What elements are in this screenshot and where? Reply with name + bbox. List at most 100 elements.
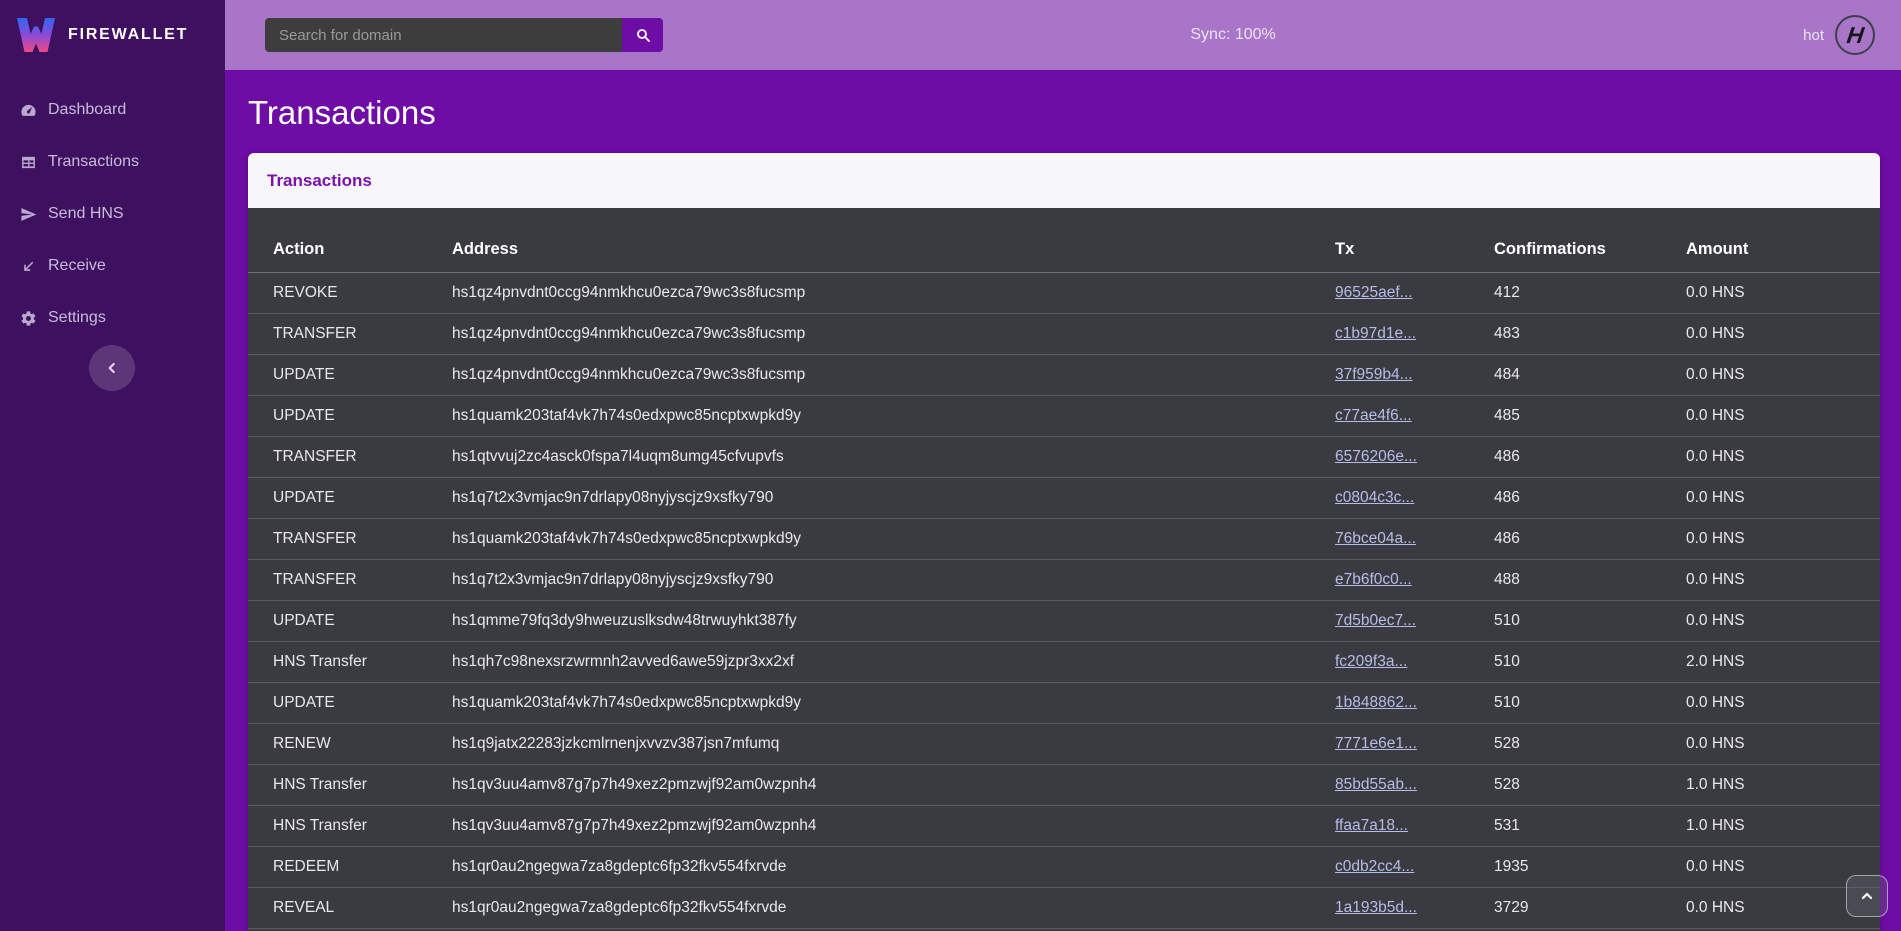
cell-action: UPDATE (248, 601, 452, 642)
wallet-menu[interactable]: hot H (1803, 15, 1901, 55)
cell-action: REDEEM (248, 847, 452, 888)
cell-action: REVOKE (248, 273, 452, 314)
cell-address: hs1q7t2x3vmjac9n7drlapy08nyjyscjz9xsfky7… (452, 478, 1335, 519)
cell-tx: fc209f3a... (1335, 642, 1494, 683)
sidebar-item-receive[interactable]: Receive (0, 240, 225, 292)
domain-search (265, 18, 663, 52)
cell-action: UPDATE (248, 478, 452, 519)
tx-link[interactable]: 96525aef... (1335, 284, 1413, 301)
cell-address: hs1q7t2x3vmjac9n7drlapy08nyjyscjz9xsfky7… (452, 560, 1335, 601)
sidebar-collapse-button[interactable] (89, 345, 135, 391)
table-header-row: Action Address Tx Confirmations Amount (248, 208, 1880, 273)
brand[interactable]: FIREWALLET (0, 0, 225, 70)
cell-tx: 7771e6e1... (1335, 724, 1494, 765)
cell-address: hs1qv3uu4amv87g7p7h49xez2pmzwjf92am0wzpn… (452, 765, 1335, 806)
cell-tx: 1b848862... (1335, 683, 1494, 724)
table-row: UPDATE hs1qmme79fq3dy9hweuzuslksdw48trwu… (248, 601, 1880, 642)
cell-confirmations: 528 (1494, 765, 1686, 806)
avatar-glyph: H (1845, 24, 1865, 47)
cell-action: TRANSFER (248, 560, 452, 601)
table-row: UPDATE hs1qz4pnvdnt0ccg94nmkhcu0ezca79wc… (248, 355, 1880, 396)
tx-link[interactable]: c77ae4f6... (1335, 407, 1412, 424)
search-button[interactable] (622, 18, 663, 52)
cell-confirmations: 488 (1494, 560, 1686, 601)
send-icon (19, 205, 37, 223)
cell-confirmations: 483 (1494, 314, 1686, 355)
column-header-action: Action (248, 208, 452, 273)
tx-link[interactable]: e7b6f0c0... (1335, 571, 1412, 588)
cell-confirmations: 1935 (1494, 847, 1686, 888)
cell-address: hs1qz4pnvdnt0ccg94nmkhcu0ezca79wc3s8fucs… (452, 273, 1335, 314)
cell-amount: 1.0 HNS (1686, 806, 1880, 847)
cell-tx: 76bce04a... (1335, 519, 1494, 560)
sidebar: FIREWALLET Dashboard Transactions Send H… (0, 0, 225, 931)
receive-arrow-icon (19, 257, 37, 275)
tx-link[interactable]: 76bce04a... (1335, 530, 1416, 547)
cell-tx: 7d5b0ec7... (1335, 601, 1494, 642)
cell-tx: c77ae4f6... (1335, 396, 1494, 437)
cell-tx: c1b97d1e... (1335, 314, 1494, 355)
cell-amount: 0.0 HNS (1686, 478, 1880, 519)
table-row: TRANSFER hs1qz4pnvdnt0ccg94nmkhcu0ezca79… (248, 314, 1880, 355)
cell-amount: 0.0 HNS (1686, 273, 1880, 314)
sidebar-item-send-hns[interactable]: Send HNS (0, 188, 225, 240)
cell-amount: 0.0 HNS (1686, 560, 1880, 601)
cell-tx: 37f959b4... (1335, 355, 1494, 396)
cell-amount: 0.0 HNS (1686, 437, 1880, 478)
sidebar-item-transactions[interactable]: Transactions (0, 136, 225, 188)
cell-confirmations: 484 (1494, 355, 1686, 396)
cell-amount: 0.0 HNS (1686, 683, 1880, 724)
tx-link[interactable]: c0804c3c... (1335, 489, 1414, 506)
tx-link[interactable]: c0db2cc4... (1335, 858, 1414, 875)
cell-amount: 2.0 HNS (1686, 642, 1880, 683)
tx-link[interactable]: 1a193b5d... (1335, 899, 1417, 916)
cell-action: UPDATE (248, 396, 452, 437)
sidebar-nav: Dashboard Transactions Send HNS Receive … (0, 84, 225, 344)
column-header-confirmations: Confirmations (1494, 208, 1686, 273)
transactions-card: Transactions Action Address Tx Confirmat… (248, 153, 1880, 931)
cell-tx: ffaa7a18... (1335, 806, 1494, 847)
tx-link[interactable]: fc209f3a... (1335, 653, 1407, 670)
table-row: HNS Transfer hs1qv3uu4amv87g7p7h49xez2pm… (248, 806, 1880, 847)
cell-address: hs1quamk203taf4vk7h74s0edxpwc85ncptxwpkd… (452, 396, 1335, 437)
cell-confirmations: 510 (1494, 642, 1686, 683)
page-title: Transactions (225, 70, 1901, 153)
sync-status: Sync: 100% (663, 26, 1803, 44)
tx-link[interactable]: 7d5b0ec7... (1335, 612, 1416, 629)
chevron-left-icon (104, 360, 120, 376)
cell-action: UPDATE (248, 355, 452, 396)
cell-tx: c0db2cc4... (1335, 847, 1494, 888)
tx-link[interactable]: 37f959b4... (1335, 366, 1413, 383)
cell-amount: 0.0 HNS (1686, 519, 1880, 560)
cell-confirmations: 486 (1494, 519, 1686, 560)
table-row: TRANSFER hs1qtvvuj2zc4asck0fspa7l4uqm8um… (248, 437, 1880, 478)
tx-link[interactable]: 7771e6e1... (1335, 735, 1417, 752)
scroll-to-top-button[interactable] (1846, 875, 1888, 917)
cell-amount: 0.0 HNS (1686, 601, 1880, 642)
wallet-name: hot (1803, 27, 1824, 44)
cell-tx: e7b6f0c0... (1335, 560, 1494, 601)
cell-confirmations: 485 (1494, 396, 1686, 437)
search-input[interactable] (265, 18, 622, 52)
cell-confirmations: 510 (1494, 601, 1686, 642)
tx-link[interactable]: 6576206e... (1335, 448, 1417, 465)
table-row: TRANSFER hs1quamk203taf4vk7h74s0edxpwc85… (248, 519, 1880, 560)
cell-tx: 85bd55ab... (1335, 765, 1494, 806)
tx-link[interactable]: ffaa7a18... (1335, 817, 1408, 834)
sidebar-item-settings[interactable]: Settings (0, 292, 225, 344)
table-row: REVOKE hs1qz4pnvdnt0ccg94nmkhcu0ezca79wc… (248, 273, 1880, 314)
cell-amount: 0.0 HNS (1686, 355, 1880, 396)
cell-confirmations: 486 (1494, 437, 1686, 478)
cell-confirmations: 412 (1494, 273, 1686, 314)
cell-address: hs1qh7c98nexsrzwrmnh2avved6awe59jzpr3xx2… (452, 642, 1335, 683)
tx-link[interactable]: 85bd55ab... (1335, 776, 1417, 793)
sidebar-item-label: Transactions (48, 153, 139, 171)
brand-name: FIREWALLET (68, 26, 188, 44)
table-row: TRANSFER hs1q7t2x3vmjac9n7drlapy08nyjysc… (248, 560, 1880, 601)
transactions-tbody: REVOKE hs1qz4pnvdnt0ccg94nmkhcu0ezca79wc… (248, 273, 1880, 929)
column-header-address: Address (452, 208, 1335, 273)
cell-confirmations: 510 (1494, 683, 1686, 724)
sidebar-item-dashboard[interactable]: Dashboard (0, 84, 225, 136)
tx-link[interactable]: c1b97d1e... (1335, 325, 1416, 342)
tx-link[interactable]: 1b848862... (1335, 694, 1417, 711)
